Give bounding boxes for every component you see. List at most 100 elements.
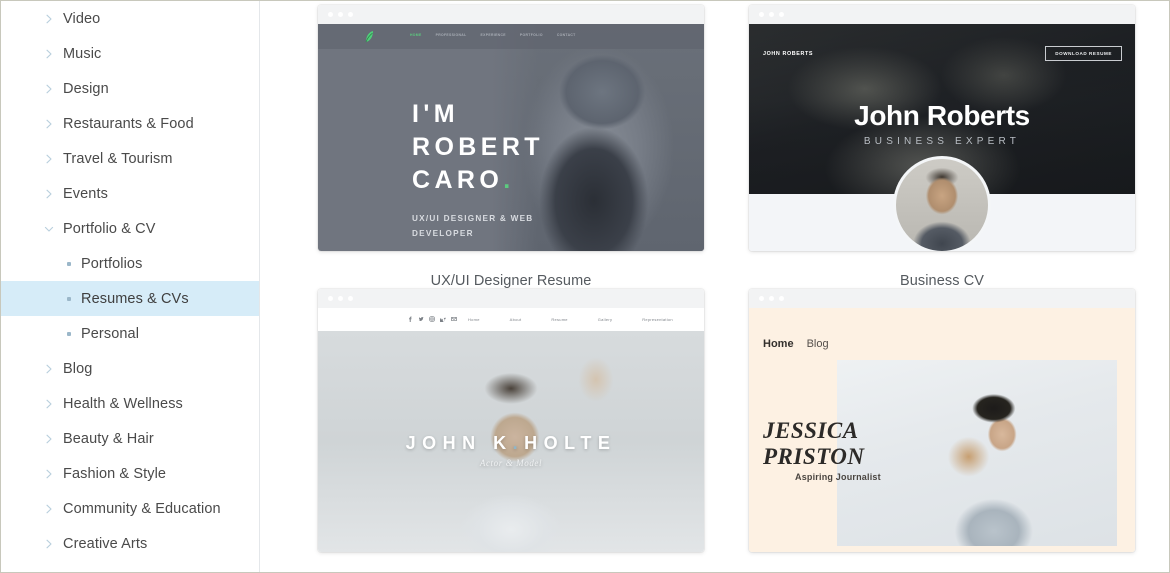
sidebar-item-beauty-hair[interactable]: Beauty & Hair [1, 421, 259, 456]
page-root: Video Music Design Restaurants & Food Tr… [0, 0, 1170, 573]
hero-name-part-2: HOLTE [524, 433, 617, 453]
chevron-right-icon [43, 398, 55, 410]
sidebar-item-label: Health & Wellness [63, 395, 183, 412]
bullet-icon [67, 331, 71, 336]
avatar [893, 156, 991, 251]
site-nav-menu: Home About Resume Gallery Representation [468, 317, 673, 322]
nav-link-about[interactable]: About [510, 317, 522, 322]
template-card-john-k-holte[interactable]: Home About Resume Gallery Representation… [318, 289, 704, 552]
template-card-jessica-priston[interactable]: Home Blog JESSICA PRISTON Aspiring Journ… [749, 289, 1135, 552]
nav-link-home[interactable]: Home [468, 317, 480, 322]
browser-frame: JOHN ROBERTS DOWNLOAD RESUME John Robert… [749, 5, 1135, 251]
hero-subtitle: UX/UI DESIGNER & WEB DEVELOPER [412, 211, 544, 241]
window-dot-icon [779, 12, 784, 17]
sidebar-item-label: Restaurants & Food [63, 115, 194, 132]
window-dot-icon [759, 296, 764, 301]
hero-accent-dot: . [503, 166, 515, 194]
template-grid: HOME PROFESSIONAL EXPERIENCE PORTFOLIO C… [318, 5, 1137, 552]
nav-link-resume[interactable]: Resume [551, 317, 567, 322]
sidebar-item-resumes-cvs[interactable]: Resumes & CVs [1, 281, 259, 316]
hero-name-line-1: JESSICA [763, 418, 859, 443]
nav-link-contact[interactable]: CONTACT [557, 33, 576, 37]
window-dot-icon [348, 12, 353, 17]
window-dot-icon [759, 12, 764, 17]
sidebar-item-label: Beauty & Hair [63, 430, 154, 447]
nav-link-professional[interactable]: PROFESSIONAL [436, 33, 467, 37]
sidebar-item-travel-tourism[interactable]: Travel & Tourism [1, 141, 259, 176]
sidebar-item-portfolio-cv[interactable]: Portfolio & CV [1, 211, 259, 246]
download-resume-button[interactable]: DOWNLOAD RESUME [1045, 46, 1122, 61]
sidebar-item-video[interactable]: Video [1, 1, 259, 36]
nav-link-home[interactable]: Home [763, 338, 794, 350]
nav-link-experience[interactable]: EXPERIENCE [481, 33, 506, 37]
hero-role: Aspiring Journalist [795, 472, 881, 482]
chevron-right-icon [43, 538, 55, 550]
sidebar-item-label: Blog [63, 360, 93, 377]
browser-chrome-bar [749, 289, 1135, 308]
preview-canvas: Home Blog JESSICA PRISTON Aspiring Journ… [749, 308, 1135, 552]
sidebar-item-restaurants-food[interactable]: Restaurants & Food [1, 106, 259, 141]
hero-heading-name: CARO [412, 166, 504, 194]
sidebar-item-label: Personal [81, 325, 140, 342]
sidebar-item-portfolios[interactable]: Portfolios [1, 246, 259, 281]
sidebar-item-personal[interactable]: Personal [1, 316, 259, 351]
sidebar-item-community-education[interactable]: Community & Education [1, 491, 259, 526]
browser-chrome-bar [318, 289, 704, 308]
sidebar-item-label: Travel & Tourism [63, 150, 173, 167]
nav-link-gallery[interactable]: Gallery [598, 317, 612, 322]
nav-link-home[interactable]: HOME [410, 33, 422, 37]
nav-link-representation[interactable]: Representation [642, 317, 673, 322]
hero-heading-line-1: I'M [412, 100, 459, 128]
sidebar-item-events[interactable]: Events [1, 176, 259, 211]
template-card-business-cv[interactable]: JOHN ROBERTS DOWNLOAD RESUME John Robert… [749, 5, 1135, 289]
hero-name-accent-dot: . [512, 433, 525, 453]
template-card-ux-ui-designer-resume[interactable]: HOME PROFESSIONAL EXPERIENCE PORTFOLIO C… [318, 5, 704, 289]
template-preview: Home Blog JESSICA PRISTON Aspiring Journ… [749, 308, 1135, 552]
sidebar-item-label: Resumes & CVs [81, 290, 189, 307]
template-preview: Home About Resume Gallery Representation… [318, 308, 704, 552]
instagram-icon[interactable] [429, 316, 435, 322]
nav-link-portfolio[interactable]: PORTFOLIO [520, 33, 543, 37]
hero-subtitle-line-1: UX/UI DESIGNER & WEB [412, 214, 534, 223]
preview-canvas: HOME PROFESSIONAL EXPERIENCE PORTFOLIO C… [318, 24, 704, 251]
sidebar-item-fashion-style[interactable]: Fashion & Style [1, 456, 259, 491]
template-caption: Business CV [899, 273, 985, 289]
browser-chrome-bar [749, 5, 1135, 24]
sidebar-item-health-wellness[interactable]: Health & Wellness [1, 386, 259, 421]
chevron-right-icon [43, 503, 55, 515]
template-caption: UX/UI Designer Resume [430, 273, 592, 289]
browser-frame: HOME PROFESSIONAL EXPERIENCE PORTFOLIO C… [318, 5, 704, 251]
vimeo-icon[interactable] [440, 316, 446, 322]
browser-chrome-bar [318, 5, 704, 24]
site-logo-text: JOHN ROBERTS [763, 51, 814, 57]
hero-role: BUSINESS EXPERT [863, 136, 1021, 147]
social-links [407, 316, 457, 322]
sidebar-item-label: Music [63, 45, 102, 62]
chevron-right-icon [43, 153, 55, 165]
chevron-right-icon [43, 468, 55, 480]
bullet-icon [67, 261, 71, 266]
site-nav-menu: Home Blog [763, 338, 829, 350]
hero-name-line-2: PRISTON [763, 444, 865, 469]
template-preview: JOHN ROBERTS DOWNLOAD RESUME John Robert… [749, 24, 1135, 251]
hero-name-part-1: JOHN K [405, 433, 513, 453]
twitter-icon[interactable] [418, 316, 424, 322]
sidebar-item-music[interactable]: Music [1, 36, 259, 71]
sidebar-item-blog[interactable]: Blog [1, 351, 259, 386]
mail-icon[interactable] [451, 316, 457, 322]
chevron-right-icon [43, 13, 55, 25]
portrait-photo [837, 360, 1117, 546]
window-dot-icon [769, 12, 774, 17]
site-nav-menu: HOME PROFESSIONAL EXPERIENCE PORTFOLIO C… [410, 33, 576, 37]
chevron-right-icon [43, 48, 55, 60]
bullet-icon [67, 296, 71, 301]
sidebar-item-design[interactable]: Design [1, 71, 259, 106]
chevron-down-icon [43, 223, 55, 235]
nav-link-blog[interactable]: Blog [807, 338, 829, 350]
chevron-right-icon [43, 433, 55, 445]
sidebar-item-creative-arts[interactable]: Creative Arts [1, 526, 259, 561]
facebook-icon[interactable] [407, 316, 413, 322]
sidebar-item-label: Fashion & Style [63, 465, 167, 482]
sidebar-item-landing-pages[interactable]: Landing Pages [1, 561, 259, 573]
hero-subtitle-line-2: DEVELOPER [412, 229, 474, 238]
